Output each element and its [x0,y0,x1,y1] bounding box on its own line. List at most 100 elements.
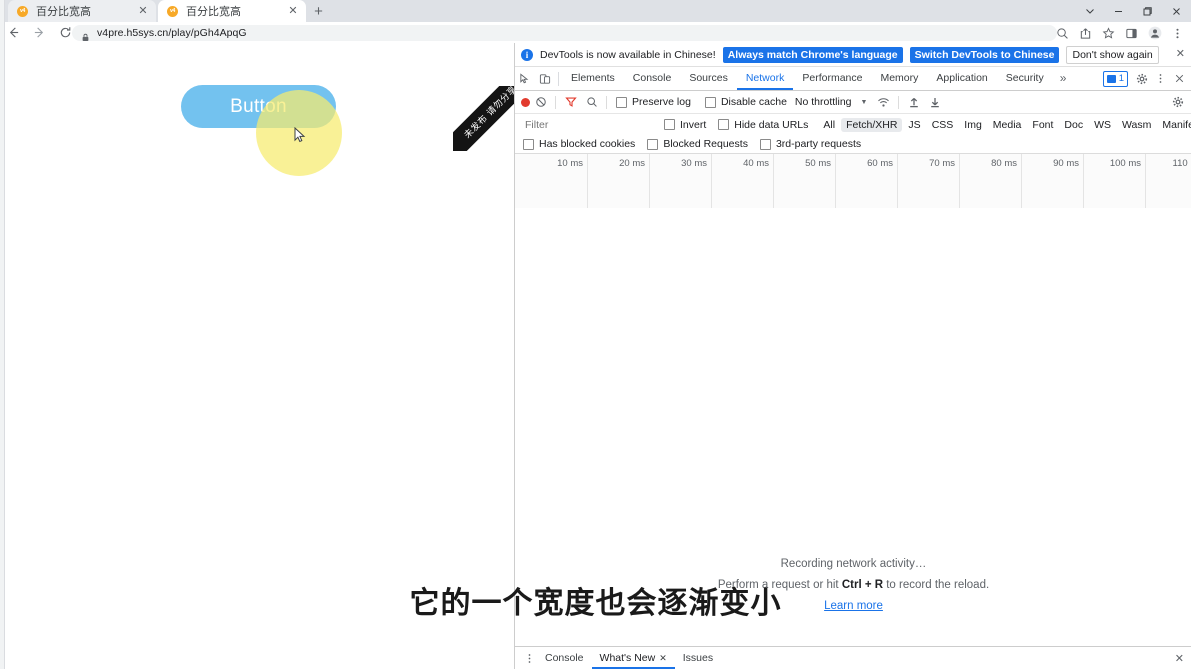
drawer-tab-whats-new[interactable]: What's New ✕ [592,647,675,669]
empty-state-line1: Recording network activity… [780,558,927,570]
side-panel-icon[interactable] [1120,24,1143,42]
blocked-requests-checkbox[interactable]: Blocked Requests [647,138,748,150]
timeline-tick: 40 ms [743,158,769,169]
drawer-close-icon[interactable]: ✕ [1175,652,1184,665]
devtools-language-notice: i DevTools is now available in Chinese! … [515,43,1191,67]
network-timeline-ruler[interactable]: 10 ms 20 ms 30 ms 40 ms 50 ms 60 ms 70 m… [515,154,1191,213]
drawer-more-vertical-icon[interactable] [521,647,537,669]
tab-sources[interactable]: Sources [680,67,737,90]
tab-application[interactable]: Application [927,67,996,90]
profile-avatar-icon[interactable] [1143,24,1166,42]
tab-console[interactable]: Console [624,67,681,90]
maximize-restore-icon[interactable] [1133,0,1162,22]
filter-funnel-icon[interactable] [560,91,581,113]
browser-tab-2[interactable]: v4 百分比宽高 ✕ [158,0,306,22]
timeline-tick: 50 ms [805,158,831,169]
tab-close-icon[interactable]: ✕ [287,5,299,17]
disable-cache-checkbox[interactable]: Disable cache [704,96,787,108]
always-match-language-button[interactable]: Always match Chrome's language [722,46,903,63]
devtools-panel-tabs: Elements Console Sources Network Perform… [515,67,1191,91]
tab-title: 百分比宽高 [186,6,241,18]
issue-message-icon [1106,74,1116,83]
hide-data-urls-checkbox[interactable]: Hide data URLs [718,119,808,131]
timeline-tick: 30 ms [681,158,707,169]
bookmark-star-icon[interactable] [1097,24,1120,42]
checkbox-box [647,138,659,150]
inspect-element-icon[interactable] [515,67,535,90]
network-filter-bar: Invert Hide data URLs All Fetch/XHR JS C… [515,114,1191,135]
tab-memory[interactable]: Memory [871,67,927,90]
record-dot-icon[interactable] [521,97,530,107]
notice-message: DevTools is now available in Chinese! [540,48,716,61]
filter-type-ws[interactable]: WS [1089,118,1116,132]
filter-type-img[interactable]: Img [959,118,987,132]
zoom-icon[interactable] [1051,24,1074,42]
devtools-settings-gear-icon[interactable] [1132,67,1151,90]
url-text: v4pre.h5sys.cn/play/pGh4ApqG [97,27,247,39]
devtools-more-options-icon[interactable] [1151,67,1170,90]
network-settings-actions [1167,91,1188,113]
mouse-cursor-icon [294,126,306,143]
has-blocked-cookies-label: Has blocked cookies [539,138,636,150]
has-blocked-cookies-checkbox[interactable]: Has blocked cookies [523,138,635,150]
filter-type-fetch-xhr[interactable]: Fetch/XHR [841,117,903,132]
tab-security[interactable]: Security [997,67,1053,90]
filter-type-js[interactable]: JS [903,118,925,132]
address-bar[interactable]: v4pre.h5sys.cn/play/pGh4ApqG [72,25,1057,41]
clear-icon[interactable] [530,91,551,113]
tab-strip: v4 百分比宽高 ✕ v4 百分比宽高 ✕ + [0,0,1191,22]
checkbox-box [704,96,716,108]
drawer-tab-issues[interactable]: Issues [675,647,721,669]
switch-devtools-to-chinese-button[interactable]: Switch DevTools to Chinese [909,46,1060,63]
filter-type-manifest[interactable]: Manifest [1157,118,1191,132]
filter-type-css[interactable]: CSS [927,118,959,132]
tab-elements[interactable]: Elements [562,67,624,90]
third-party-requests-checkbox[interactable]: 3rd-party requests [759,138,862,150]
toolbar-actions [1051,24,1189,42]
drawer-tab-close-icon[interactable]: ✕ [659,647,667,669]
issues-badge[interactable]: 1 [1102,70,1128,87]
watermark-ribbon: 未发布 请勿分享 [453,86,514,151]
forward-icon[interactable] [26,22,52,43]
filter-input[interactable] [523,117,652,132]
filter-type-font[interactable]: Font [1027,118,1058,132]
preserve-log-checkbox[interactable]: Preserve log [616,96,691,108]
more-panels-icon[interactable]: » [1053,67,1074,90]
tab-performance[interactable]: Performance [793,67,871,90]
network-toolbar: Preserve log Disable cache No throttling… [515,91,1191,114]
browser-tab-1[interactable]: v4 百分比宽高 ✕ [8,0,156,22]
lock-icon [81,29,90,41]
close-window-icon[interactable] [1162,0,1191,22]
filter-type-media[interactable]: Media [988,118,1027,132]
download-arrow-icon[interactable] [924,91,945,113]
filter-type-all[interactable]: All [818,118,840,132]
wifi-icon[interactable] [873,91,894,113]
third-party-requests-label: 3rd-party requests [775,138,862,150]
watermark-text: 未发布 请勿分享 [462,86,514,141]
browser-toolbar: v4pre.h5sys.cn/play/pGh4ApqG [0,22,1191,44]
drawer-tab-console[interactable]: Console [537,647,592,669]
tab-close-icon[interactable]: ✕ [137,5,149,17]
network-settings-gear-icon[interactable] [1167,91,1188,113]
share-icon[interactable] [1074,24,1097,42]
filter-type-doc[interactable]: Doc [1059,118,1088,132]
invert-checkbox[interactable]: Invert [664,119,706,131]
dont-show-again-button[interactable]: Don't show again [1066,45,1159,64]
search-icon[interactable] [581,91,602,113]
notice-close-icon[interactable]: ✕ [1176,49,1185,60]
device-toolbar-icon[interactable] [535,67,555,90]
new-tab-button[interactable]: + [310,3,327,20]
tab-network[interactable]: Network [737,67,794,90]
devtools-close-icon[interactable] [1170,67,1189,90]
tab-search-chevron-down-icon[interactable] [1075,0,1104,22]
throttling-select[interactable]: No throttling [795,96,852,108]
chevron-down-icon[interactable]: ▼ [861,99,868,106]
upload-arrow-icon[interactable] [903,91,924,113]
checkbox-box [718,119,730,130]
checkbox-box [664,119,675,130]
more-menu-icon[interactable] [1166,24,1189,42]
filter-type-wasm[interactable]: Wasm [1117,118,1156,132]
minimize-icon[interactable] [1104,0,1133,22]
browser-window: v4 百分比宽高 ✕ v4 百分比宽高 ✕ + v4pre.h5sys.cn/p… [0,0,1191,669]
hide-data-urls-label: Hide data URLs [734,118,809,131]
